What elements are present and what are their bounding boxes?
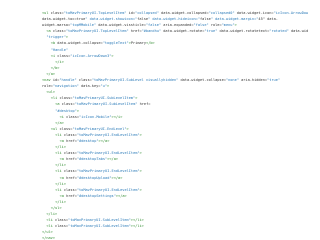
code-viewer: <ul class="toMavPrimaryUI-TopLevelItem" …	[0, 0, 320, 240]
code-line: <a class="toMavPrimaryUI-TopLevelItem" h…	[46, 29, 308, 34]
code-line: </nav>	[42, 236, 55, 240]
